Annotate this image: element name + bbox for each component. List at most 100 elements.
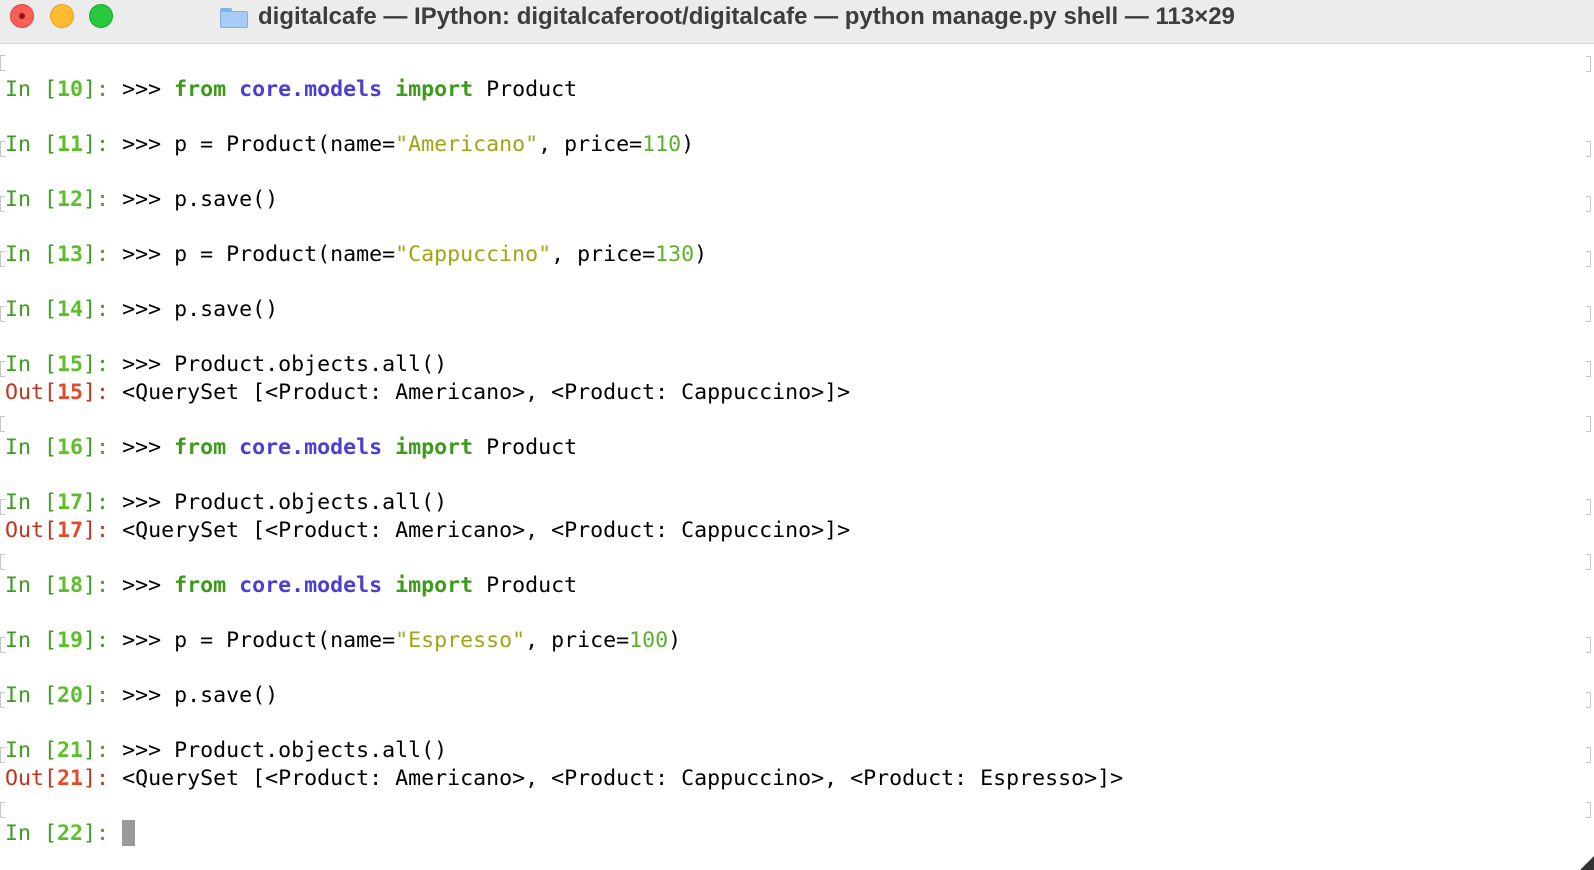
- prompt-word: In: [5, 821, 45, 846]
- code-text: >>> Product.objects.all(): [122, 352, 448, 377]
- output-line: Out[17]: <QuerySet [<Product: Americano>…: [5, 517, 850, 545]
- prompt-number: 15: [57, 380, 84, 405]
- output-text: <QuerySet [<Product: Americano>, <Produc…: [122, 518, 851, 543]
- code-text: >>> p.save(): [122, 683, 279, 708]
- input-prompt: In [19]:: [5, 628, 122, 653]
- prompt-close-bracket: ]:: [83, 490, 123, 515]
- prompt-number: 15: [57, 352, 84, 377]
- prompt-open-bracket: [: [44, 628, 58, 653]
- input-prompt: In [17]:: [5, 490, 122, 515]
- prompt-word: In: [5, 297, 45, 322]
- prompt-word: In: [5, 573, 45, 598]
- mark-right-bracket: [1586, 802, 1591, 818]
- keyword-from: from: [174, 573, 227, 598]
- prompt-number: 11: [57, 132, 84, 157]
- input-prompt: In [11]:: [5, 132, 122, 157]
- code-text: ): [681, 132, 695, 157]
- imported-name: Product: [486, 435, 578, 460]
- input-prompt: In [13]:: [5, 242, 122, 267]
- output-prompt: Out[15]:: [5, 380, 122, 405]
- resize-corner-icon[interactable]: [1580, 856, 1594, 870]
- prompt-open-bracket: [: [44, 683, 58, 708]
- mark-right-bracket: [1586, 196, 1591, 212]
- mark-right-bracket: [1586, 361, 1591, 377]
- module-name: core.models: [239, 573, 383, 598]
- prompt-word: In: [5, 187, 45, 212]
- module-name: core.models: [239, 77, 383, 102]
- module-name: core.models: [239, 435, 383, 460]
- prompt-word: In: [5, 242, 45, 267]
- input-line: In [20]: >>> p.save(): [5, 682, 278, 710]
- code-text: ): [668, 628, 682, 653]
- minimize-window-button[interactable]: [50, 4, 74, 28]
- code-text: ): [694, 242, 708, 267]
- close-window-button[interactable]: [10, 4, 34, 28]
- mark-left-bracket: [0, 55, 5, 71]
- keyword-from: from: [174, 77, 227, 102]
- prompt-open-bracket: [: [44, 435, 58, 460]
- mark-right-bracket: [1586, 56, 1591, 72]
- output-text: <QuerySet [<Product: Americano>, <Produc…: [122, 380, 851, 405]
- prompt-close-bracket: ]:: [83, 132, 123, 157]
- prompt-number: 12: [57, 187, 84, 212]
- prompt-open-bracket: [: [44, 766, 58, 791]
- input-prompt: In [21]:: [5, 738, 122, 763]
- window-title: digitalcafe — IPython: digitalcaferoot/d…: [258, 3, 1235, 30]
- prompt-open-bracket: [: [44, 490, 58, 515]
- prompt-open-bracket: [: [44, 242, 58, 267]
- input-prompt: In [12]:: [5, 187, 122, 212]
- code-text: >>> p.save(): [122, 297, 279, 322]
- mark-right-bracket: [1586, 251, 1591, 267]
- title-bar: digitalcafe — IPython: digitalcaferoot/d…: [0, 0, 1594, 44]
- terminal-output[interactable]: In [10]: >>> from core.models import Pro…: [0, 45, 1594, 870]
- prompt-word: Out: [5, 766, 45, 791]
- mark-right-bracket: [1586, 306, 1591, 322]
- input-line: In [18]: >>> from core.models import Pro…: [5, 572, 577, 600]
- prompt-open-bracket: [: [44, 187, 58, 212]
- input-line: In [16]: >>> from core.models import Pro…: [5, 434, 577, 462]
- prompt-close-bracket: ]:: [83, 738, 123, 763]
- prompt-close-bracket: ]:: [83, 821, 123, 846]
- mark-left-bracket: [0, 196, 5, 212]
- prompt-number: 22: [57, 821, 84, 846]
- prompt-close-bracket: ]:: [83, 518, 123, 543]
- prompt-word: In: [5, 738, 45, 763]
- string-literal: "Espresso": [395, 628, 526, 653]
- code-text: >>>: [122, 77, 175, 102]
- input-prompt: In [22]:: [5, 821, 122, 846]
- prompt-number: 13: [57, 242, 84, 267]
- code-text: , price=: [551, 242, 656, 267]
- keyword-import: import: [395, 435, 474, 460]
- prompt-open-bracket: [: [44, 738, 58, 763]
- input-line: In [10]: >>> from core.models import Pro…: [5, 76, 577, 104]
- input-line: In [19]: >>> p = Product(name="Espresso"…: [5, 627, 681, 655]
- input-line: In [13]: >>> p = Product(name="Cappuccin…: [5, 241, 707, 269]
- prompt-word: In: [5, 352, 45, 377]
- input-prompt: In [20]:: [5, 683, 122, 708]
- input-line: In [22]:: [5, 820, 136, 848]
- prompt-open-bracket: [: [44, 132, 58, 157]
- input-line: In [21]: >>> Product.objects.all(): [5, 737, 447, 765]
- number-literal: 130: [655, 242, 695, 267]
- code-text: >>> p = Product(name=: [122, 242, 396, 267]
- prompt-close-bracket: ]:: [83, 77, 123, 102]
- prompt-open-bracket: [: [44, 821, 58, 846]
- input-prompt: In [10]:: [5, 77, 122, 102]
- prompt-close-bracket: ]:: [83, 573, 123, 598]
- input-prompt: In [15]:: [5, 352, 122, 377]
- prompt-word: Out: [5, 518, 45, 543]
- mark-left-bracket: [0, 306, 5, 322]
- prompt-number: 17: [57, 518, 84, 543]
- mark-right-bracket: [1586, 499, 1591, 515]
- mark-left-bracket: [0, 141, 5, 157]
- zoom-window-button[interactable]: [89, 4, 113, 28]
- prompt-number: 21: [57, 738, 84, 763]
- prompt-close-bracket: ]:: [83, 683, 123, 708]
- code-text: >>> p = Product(name=: [122, 628, 396, 653]
- text-cursor[interactable]: [122, 820, 136, 846]
- string-literal: "Americano": [395, 132, 539, 157]
- prompt-word: In: [5, 77, 45, 102]
- prompt-number: 19: [57, 628, 84, 653]
- mark-right-bracket: [1586, 747, 1591, 763]
- prompt-number: 20: [57, 683, 84, 708]
